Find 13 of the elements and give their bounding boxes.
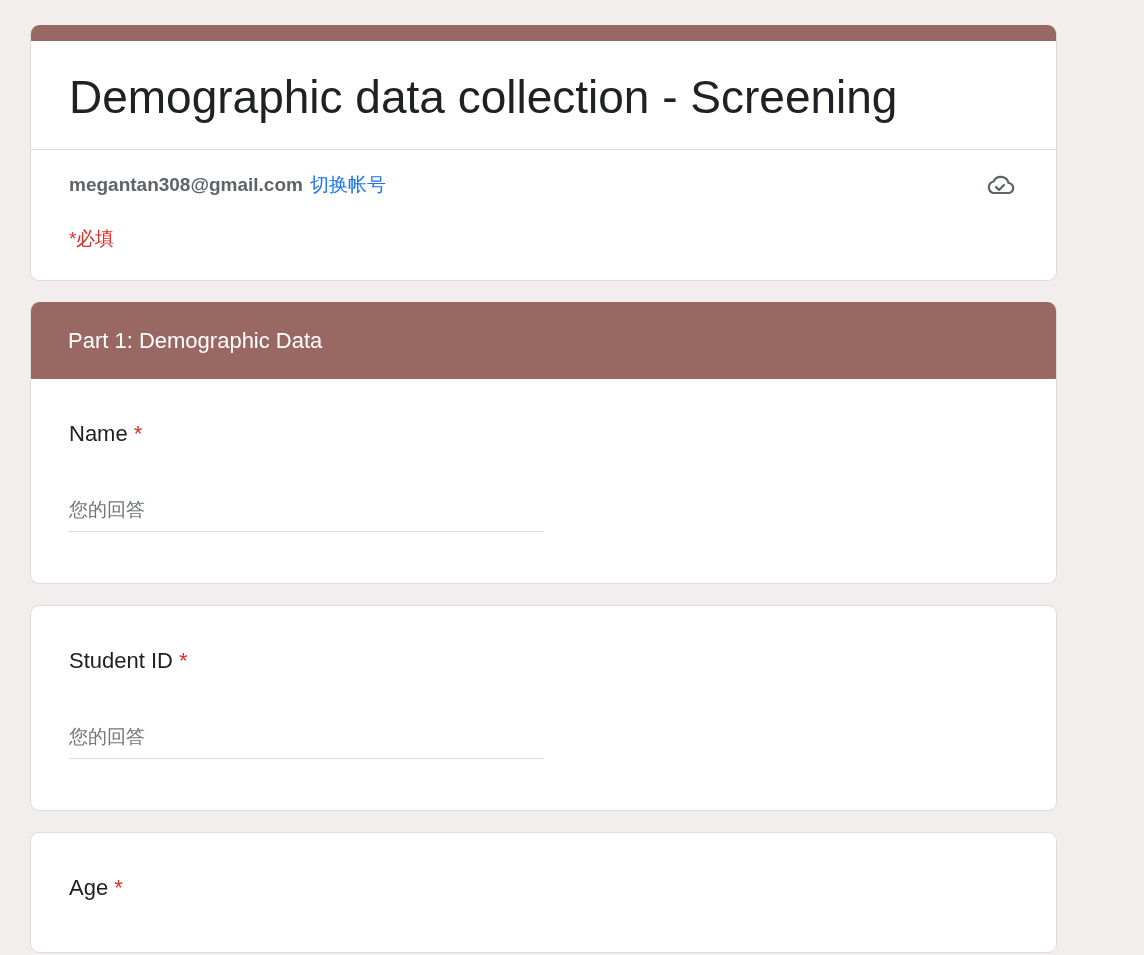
question-label: Name <box>69 421 128 447</box>
required-asterisk: * <box>133 421 143 447</box>
answer-field[interactable]: 您的回答 <box>69 726 544 759</box>
switch-account-link[interactable]: 切换帐号 <box>309 172 386 198</box>
section-title: Part 1: Demographic Data <box>68 327 323 354</box>
question-label: Age <box>69 875 109 901</box>
required-asterisk: * <box>114 875 123 901</box>
question-label: Student ID <box>69 648 173 674</box>
required-asterisk: * <box>178 648 188 674</box>
form-title: Demographic data collection - Screening <box>69 70 899 125</box>
required-note: *必填 <box>69 227 116 251</box>
answer-field[interactable]: 您的回答 <box>69 499 544 532</box>
account-email: megantan308@gmail.com <box>69 174 303 196</box>
